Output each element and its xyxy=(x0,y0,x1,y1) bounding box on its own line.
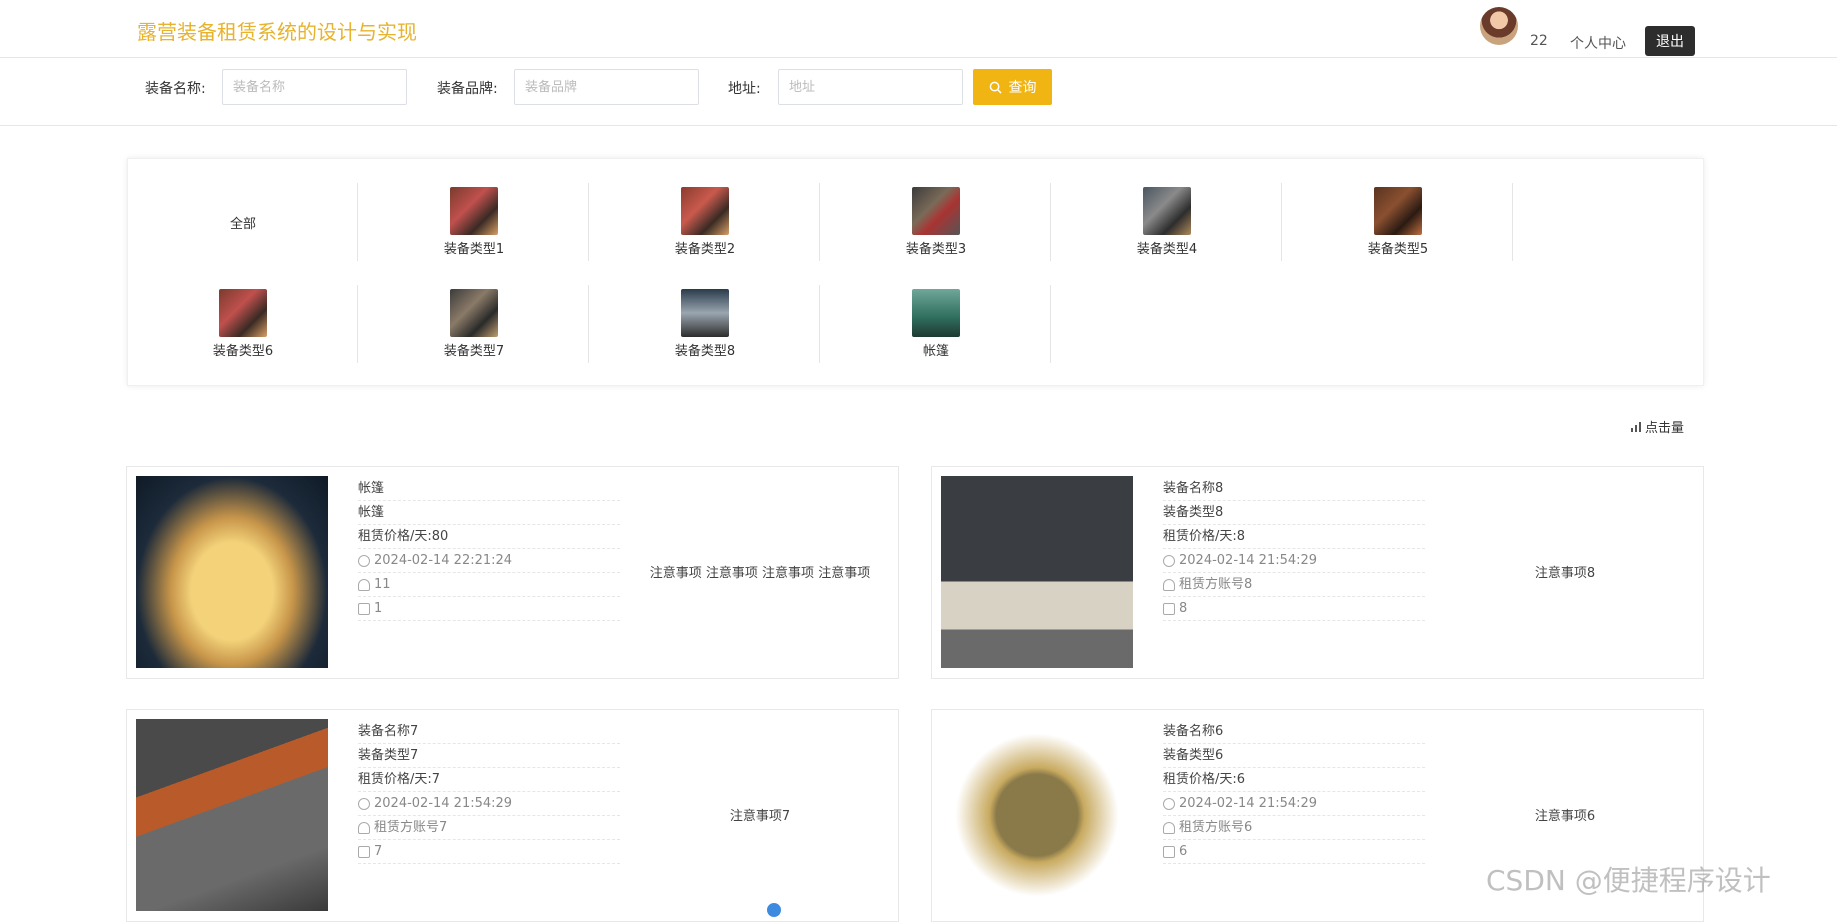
category-thumbnail xyxy=(450,187,498,235)
category-label: 帐篷 xyxy=(922,344,949,359)
category-type-8[interactable]: 装备类型8 xyxy=(590,285,820,363)
chart-icon xyxy=(1631,421,1641,432)
name-input[interactable] xyxy=(222,69,407,105)
equipment-name: 装备名称8 xyxy=(1163,477,1425,501)
scroll-indicator[interactable] xyxy=(767,903,781,917)
equipment-count: 8 xyxy=(1179,600,1188,616)
equipment-type: 帐篷 xyxy=(358,501,620,525)
equipment-type: 装备类型7 xyxy=(358,744,620,768)
watermark: CSDN @便捷程序设计 xyxy=(1486,864,1771,897)
equipment-price: 租赁价格/天:80 xyxy=(358,525,620,549)
category-label: 装备类型5 xyxy=(1367,242,1429,257)
sort-by-clicks[interactable]: 点击量 xyxy=(1630,417,1684,436)
equipment-note: 注意事项8 xyxy=(1534,565,1596,581)
equipment-price: 租赁价格/天:7 xyxy=(358,768,620,792)
category-type-3[interactable]: 装备类型3 xyxy=(821,183,1051,261)
logout-button[interactable]: 退出 xyxy=(1645,26,1695,56)
brand-label: 装备品牌: xyxy=(437,81,498,97)
equipment-name: 帐篷 xyxy=(358,477,620,501)
query-button[interactable]: 查询 xyxy=(973,69,1052,105)
category-label: 装备类型6 xyxy=(212,344,274,359)
profile-link[interactable]: 个人中心 xyxy=(1570,33,1626,53)
category-type-4[interactable]: 装备类型4 xyxy=(1052,183,1282,261)
equipment-account: 租赁方账号6 xyxy=(1179,819,1253,835)
comment-icon xyxy=(358,845,370,858)
equipment-account: 租赁方账号7 xyxy=(374,819,448,835)
equipment-count: 1 xyxy=(374,600,383,616)
equipment-image[interactable] xyxy=(136,719,328,911)
category-thumbnail xyxy=(450,289,498,337)
equipment-time: 2024-02-14 21:54:29 xyxy=(1179,795,1318,811)
equipment-count: 6 xyxy=(1179,843,1188,859)
equipment-image[interactable] xyxy=(136,476,328,668)
user-icon xyxy=(1163,578,1175,591)
equipment-price: 租赁价格/天:6 xyxy=(1163,768,1425,792)
top-bar: 露营装备租赁系统的设计与实现 22 个人中心 退出 xyxy=(0,0,1837,58)
category-label: 装备类型2 xyxy=(674,242,736,257)
category-type-2[interactable]: 装备类型2 xyxy=(590,183,820,261)
category-type-6[interactable]: 装备类型6 xyxy=(128,285,358,363)
category-type-5[interactable]: 装备类型5 xyxy=(1283,183,1513,261)
category-label: 装备类型3 xyxy=(905,242,967,257)
category-thumbnail xyxy=(1374,187,1422,235)
user-icon xyxy=(358,821,370,834)
equipment-name: 装备名称6 xyxy=(1163,720,1425,744)
equipment-card[interactable]: 装备名称8 装备类型8 租赁价格/天:8 2024-02-14 21:54:29… xyxy=(931,466,1704,679)
address-label: 地址: xyxy=(728,81,761,97)
clock-icon xyxy=(358,797,370,810)
equipment-image[interactable] xyxy=(941,476,1133,668)
user-icon xyxy=(1163,821,1175,834)
equipment-account: 租赁方账号8 xyxy=(1179,576,1253,592)
equipment-card[interactable]: 帐篷 帐篷 租赁价格/天:80 2024-02-14 22:21:24 11 1… xyxy=(126,466,899,679)
category-panel: 全部 装备类型1 装备类型2 装备类型3 装备类型4 装备类型5 装备类型6 装… xyxy=(127,158,1704,386)
search-bar: 装备名称: 装备品牌: 地址: 查询 xyxy=(0,58,1837,126)
equipment-account: 11 xyxy=(374,576,391,592)
address-input[interactable] xyxy=(778,69,963,105)
comment-icon xyxy=(1163,845,1175,858)
clock-icon xyxy=(358,554,370,567)
category-thumbnail xyxy=(912,187,960,235)
category-type-1[interactable]: 装备类型1 xyxy=(359,183,589,261)
brand-input[interactable] xyxy=(514,69,699,105)
category-thumbnail xyxy=(681,289,729,337)
equipment-price: 租赁价格/天:8 xyxy=(1163,525,1425,549)
equipment-card[interactable]: 装备名称7 装备类型7 租赁价格/天:7 2024-02-14 21:54:29… xyxy=(126,709,899,922)
category-label: 装备类型1 xyxy=(443,242,505,257)
category-thumbnail xyxy=(912,289,960,337)
equipment-note: 注意事项7 xyxy=(729,808,791,824)
search-icon xyxy=(989,81,1002,94)
category-label: 全部 xyxy=(229,216,256,232)
equipment-name: 装备名称7 xyxy=(358,720,620,744)
category-all[interactable]: 全部 xyxy=(128,183,358,261)
query-label: 查询 xyxy=(1008,80,1037,96)
equipment-type: 装备类型6 xyxy=(1163,744,1425,768)
equipment-time: 2024-02-14 22:21:24 xyxy=(374,552,513,568)
comment-icon xyxy=(1163,602,1175,615)
category-tent[interactable]: 帐篷 xyxy=(821,285,1051,363)
category-thumbnail xyxy=(219,289,267,337)
comment-icon xyxy=(358,602,370,615)
sort-label: 点击量 xyxy=(1645,421,1685,436)
user-avatar[interactable] xyxy=(1480,7,1518,45)
equipment-type: 装备类型8 xyxy=(1163,501,1425,525)
equipment-count: 7 xyxy=(374,843,383,859)
category-label: 装备类型4 xyxy=(1136,242,1198,257)
equipment-note: 注意事项 注意事项 注意事项 注意事项 xyxy=(649,565,871,581)
site-title[interactable]: 露营装备租赁系统的设计与实现 xyxy=(137,16,417,45)
equipment-time: 2024-02-14 21:54:29 xyxy=(1179,552,1318,568)
user-icon xyxy=(358,578,370,591)
equipment-time: 2024-02-14 21:54:29 xyxy=(374,795,513,811)
category-label: 装备类型7 xyxy=(443,344,505,359)
name-label: 装备名称: xyxy=(145,81,206,97)
equipment-image[interactable] xyxy=(941,719,1133,911)
category-label: 装备类型8 xyxy=(674,344,736,359)
clock-icon xyxy=(1163,554,1175,567)
category-thumbnail xyxy=(681,187,729,235)
category-thumbnail xyxy=(1143,187,1191,235)
clock-icon xyxy=(1163,797,1175,810)
category-type-7[interactable]: 装备类型7 xyxy=(359,285,589,363)
username: 22 xyxy=(1530,33,1548,49)
